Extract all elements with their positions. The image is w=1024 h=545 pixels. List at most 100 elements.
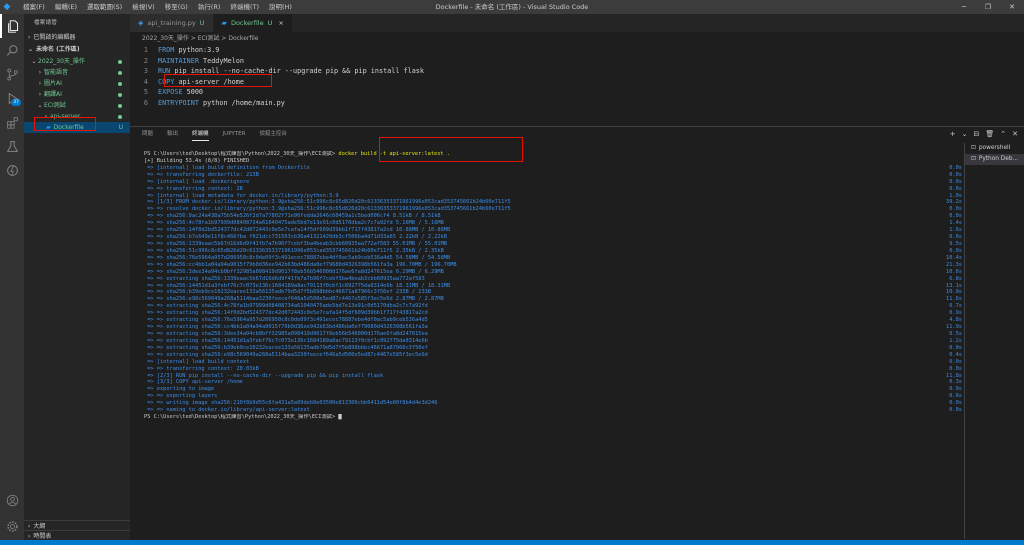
terminal-line-time: 1.4s [949,220,962,227]
tree-folder-voice[interactable]: › 智能語音 [24,67,130,78]
modified-dot-icon [118,70,122,75]
menu-file[interactable]: 檔案(F) [18,0,50,14]
explorer-button[interactable] [0,14,24,38]
line-number: 1 [143,46,148,54]
terminal-line-time: 0.0s [949,164,962,171]
terminal-line: => [3/3] COPY api-server /home 0.3s [144,379,962,386]
modified-dot-icon [118,103,122,108]
tab-api-training[interactable]: ◈ api_training.py U [130,14,214,32]
terminal-line-text: => => writing image sha256:210f8b9d55c6f… [144,400,438,407]
menu-run[interactable]: 執行(R) [193,0,226,14]
terminal-line-time: 0.9s [949,310,962,317]
menu-go[interactable]: 移至(G) [160,0,193,14]
terminal-line-time: 0.0s [949,365,962,372]
code-text: TeddyMelon [198,56,244,65]
code-line: 1 FROM python:3.9 [130,45,1024,56]
breadcrumb[interactable]: 2022_30天_操作 > ECI測試 > Dockerfile [130,32,1024,45]
run-debug-button[interactable]: 37 [0,86,24,110]
source-control-icon [6,68,18,80]
terminal-line-text: => => extracting sha256:e98c569049a268a5… [144,351,428,358]
new-terminal-button[interactable]: + [950,130,956,138]
search-button[interactable] [0,38,24,62]
maximize-button[interactable]: ❐ [976,0,1000,14]
terminal-line-text: => => sha256:51c996c8c65d826d20c61336353… [144,247,444,254]
tab-dockerfile[interactable]: ▰ Dockerfile U × [213,14,293,32]
terminal-line-text: => => sha256:14451d1a3febf76c7c073e136c1… [144,282,451,289]
minimize-button[interactable]: ─ [952,0,976,14]
menu-edit[interactable]: 編輯(E) [50,0,82,14]
tree-item-label: 翻譯AI [44,91,62,98]
terminal-line-time: 9.5s [949,240,962,247]
tree-file-dockerfile[interactable]: ▰ Dockerfile U [24,122,130,133]
terminal-list: ⊡ powershell ⊡ Python Deb... [964,143,1024,539]
tab-output[interactable]: 輸出 [167,127,178,141]
terminal-line: => [2/3] RUN pip install --no-cache-dir … [144,373,962,380]
terminal-line-time: 13.1s [946,282,962,289]
close-panel-button[interactable]: ✕ [1012,130,1018,138]
code-editor[interactable]: 1 FROM python:3.9 2 MAINTAINER TeddyMelon … [130,45,1024,108]
terminal-line-time: 1.0s [949,192,962,199]
terminal-line-time: 0.5s [949,330,962,337]
activity-bar: 37 [0,14,24,540]
chevron-right-icon: › [38,69,42,76]
tree-folder-translate-ai[interactable]: › 翻譯AI [24,89,130,100]
terminal-line: => => transferring context: 2B 0.0s [144,186,962,193]
remote-button[interactable] [0,158,24,182]
tab-debug-console[interactable]: 偵錯主控台 [259,127,287,141]
menu-help[interactable]: 說明(H) [264,0,297,14]
tab-jupyter[interactable]: JUPYTER [223,127,246,141]
workspace-section[interactable]: ⌄ 未命名 (工作區) [24,44,130,56]
terminal-line-time: 6.8s [949,275,962,282]
terminal-line-text: => => sha256:b7e649e11f8c466fba f021dcc7… [144,234,447,241]
split-terminal-button[interactable]: ⊟ [973,130,979,138]
maximize-panel-button[interactable]: ⌃ [1000,130,1006,138]
terminal-line: => [1/3] FROM docker.io/library/python:3… [144,199,962,206]
close-icon[interactable]: × [278,19,283,27]
terminal-line-time: 0.0s [949,344,962,351]
terminal-line-time: 0.0s [949,407,962,414]
chevron-down-icon[interactable]: ⌄ [962,130,968,138]
terminal-line-text: => [internal] load build context [144,358,250,365]
window-controls: ─ ❐ ✕ [952,0,1024,14]
terminal-line-text: => => extracting sha256:3dee34a94cb0bff3… [144,330,428,337]
terminal-output[interactable]: PS C:\Users\ted\Desktop\程式練習\Python\2022… [144,151,962,531]
settings-button[interactable] [0,514,24,538]
code-keyword: EXPOSE [158,88,183,96]
tree-folder-eci[interactable]: ⌄ ECI測試 [24,100,130,111]
tree-item-label: ECI測試 [44,102,66,109]
close-window-button[interactable]: ✕ [1000,0,1024,14]
menu-selection[interactable]: 選取範圍(S) [82,0,127,14]
tab-problems[interactable]: 問題 [142,127,153,141]
tree-folder-image-ai[interactable]: › 圖片AI [24,78,130,89]
terminal-line-time: 0.0s [949,400,962,407]
terminal-line-time: 0.0s [949,358,962,365]
terminal-line-text: => [internal] load .dockerignore [144,178,250,185]
terminal-line-time: 0.0s [949,178,962,185]
title-bar: ◆ 檔案(F) 編輯(E) 選取範圍(S) 檢視(V) 移至(G) 執行(R) … [0,0,1024,14]
account-button[interactable] [0,488,24,512]
python-icon: ◈ [138,19,144,27]
testing-button[interactable] [0,134,24,158]
terminal-line: => => sha256:b39eb9ce10232eacee133a56135… [144,289,962,296]
open-editors-section[interactable]: › 已開啟的編輯器 [24,32,130,44]
terminal-item-powershell[interactable]: ⊡ powershell [965,143,1024,154]
tree-folder-api-server[interactable]: › api-server [24,111,130,122]
extensions-button[interactable] [0,110,24,134]
modified-dot-icon [118,81,122,86]
code-line: 4 COPY api-server /home [130,77,1024,88]
terminal-line-time: 0.3s [949,379,962,386]
terminal-line-time: 0.0s [949,206,962,213]
source-control-button[interactable] [0,62,24,86]
menu-view[interactable]: 檢視(V) [127,0,160,14]
tree-folder-2022[interactable]: ⌄ 2022_30天_操作 [24,56,130,67]
terminal-line: => [internal] load build context 0.0s [144,359,962,366]
terminal-line-time [922,158,962,165]
terminal-line: => => transferring context: 20.03kB 0.0s [144,366,962,373]
terminal-line: => exporting to image 0.9s [144,386,962,393]
terminal-item-python-debug[interactable]: ⊡ Python Deb... [965,154,1024,165]
menu-terminal[interactable]: 終端機(T) [225,0,264,14]
terminal-line-text: => [1/3] FROM docker.io/library/python:3… [144,199,511,206]
trash-icon[interactable]: 🗑 [985,130,994,138]
tab-terminal[interactable]: 終端機 [192,127,209,141]
chevron-right-icon: › [28,34,31,41]
